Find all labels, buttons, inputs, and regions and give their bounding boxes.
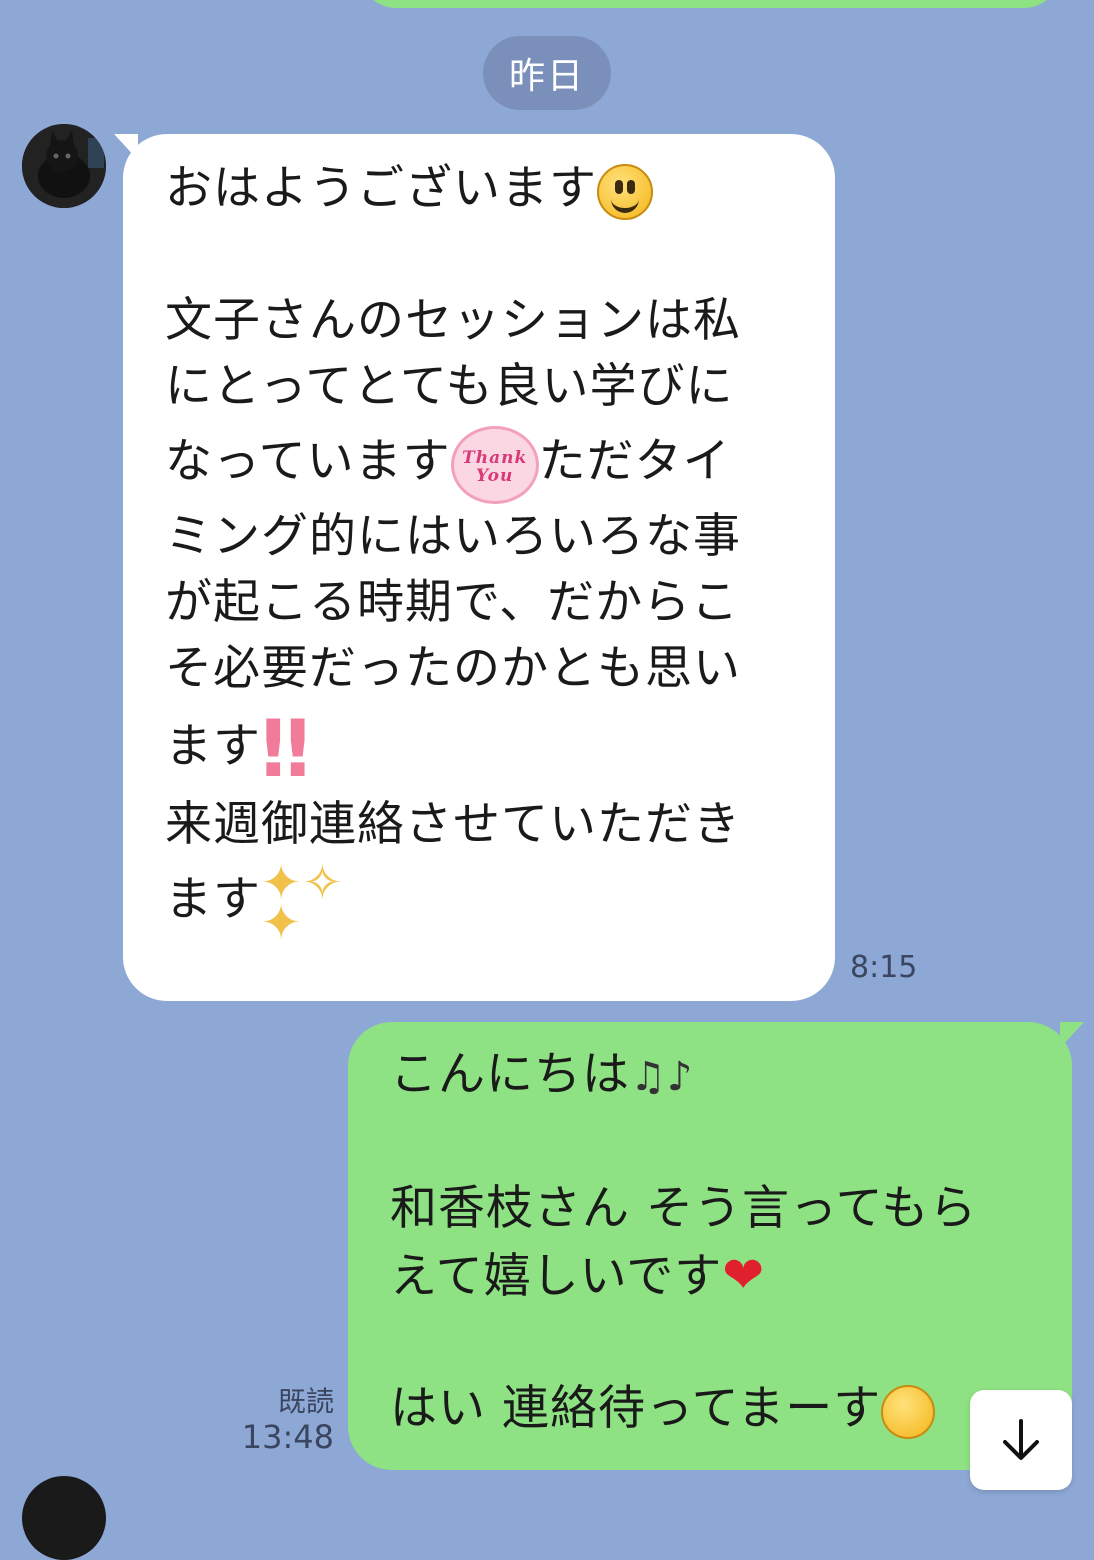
message-text: ます [165, 872, 261, 927]
outgoing-message-bubble[interactable]: こんにちは♫♪ 和香枝さん そう言ってもら えて嬉しいです❤ はい 連絡待ってま… [348, 1022, 1072, 1470]
message-text: なっています [165, 434, 451, 489]
red-heart-icon: ❤ [722, 1246, 766, 1304]
arrow-down-icon [1003, 1419, 1039, 1460]
dog-avatar-icon [22, 124, 106, 208]
music-notes-icon: ♫♪ [630, 1054, 694, 1100]
thank-you-sticker-icon: Thank You [450, 425, 539, 504]
message-text: はい 連絡待ってまーす [390, 1381, 882, 1436]
smiling-face-icon [881, 1384, 936, 1439]
message-line: ます‼ [165, 702, 805, 792]
incoming-message-bubble[interactable]: おはようございます 文子さんのセッションは私 にとってとても良い学びに なってい… [123, 134, 835, 1001]
message-text: えて嬉しいです [390, 1249, 723, 1304]
message-text: こんにちは [390, 1047, 630, 1102]
message-line: なっています Thank You ただタイ [165, 420, 805, 504]
message-line: にとってとても良い学びに [165, 359, 734, 414]
message-line: 和香枝さん そう言ってもら [390, 1181, 978, 1236]
message-text: おはようございます [165, 161, 597, 216]
message-line: ミング的にはいろいろな事 [165, 509, 741, 564]
message-text: ただタイ [538, 434, 731, 489]
sparkles-icon: ✦✧ ✦ [261, 854, 344, 951]
message-timestamp: 8:15 [850, 950, 918, 985]
scroll-to-bottom-button[interactable] [970, 1390, 1072, 1490]
message-line: そ必要だったのかとも思い [165, 641, 741, 696]
message-line: が起こる時期で、だからこ [165, 575, 740, 630]
grinning-face-icon [597, 163, 653, 220]
message-line: 来週御連絡させていただき [165, 797, 741, 852]
message-line: ます✦✧ ✦ [165, 854, 805, 951]
read-receipt: 既読 [277, 1385, 334, 1418]
message-line: はい 連絡待ってまーす [390, 1376, 1042, 1442]
message-line: 文子さんのセッションは私 [165, 293, 741, 348]
message-line: えて嬉しいです❤ [390, 1242, 1042, 1310]
avatar[interactable] [22, 124, 106, 208]
message-text: ます [165, 719, 261, 774]
avatar[interactable] [22, 1476, 106, 1560]
previous-outgoing-bubble [360, 0, 1060, 8]
double-exclamation-icon: ‼ [261, 704, 311, 795]
date-separator: 昨日 [483, 36, 611, 110]
message-line: おはようございます [165, 156, 805, 222]
message-line: こんにちは♫♪ [390, 1042, 1042, 1110]
message-timestamp: 13:48 [241, 1418, 334, 1456]
